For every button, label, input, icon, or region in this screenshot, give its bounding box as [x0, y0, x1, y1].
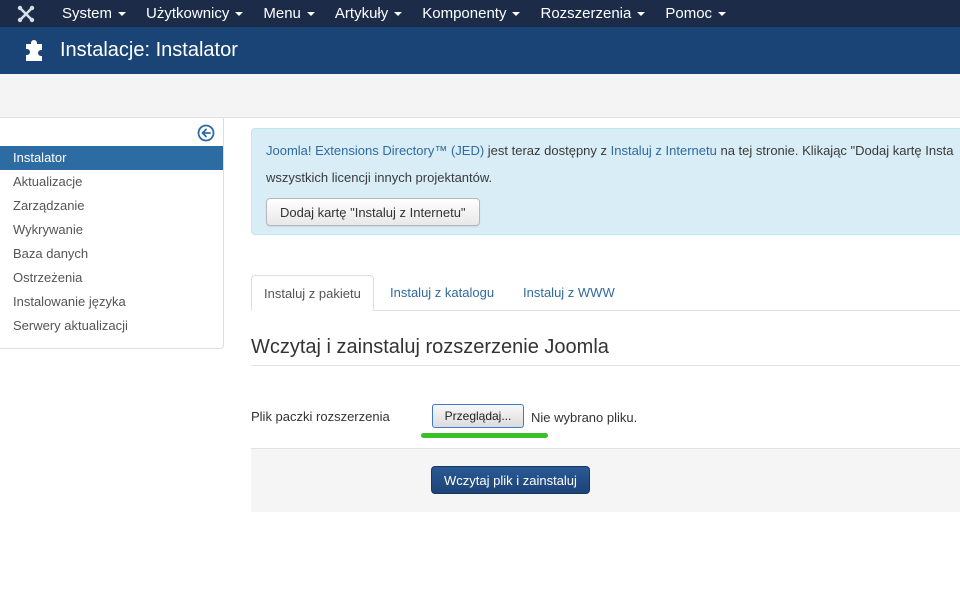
sidebar-item-installer[interactable]: Instalator [0, 146, 223, 170]
tab-install-folder[interactable]: Instaluj z katalogu [378, 275, 506, 311]
caret-down-icon [718, 11, 727, 16]
caret-down-icon [512, 11, 521, 16]
main-content: Joomla! Extensions Directory™ (JED) jest… [251, 118, 960, 604]
jed-link[interactable]: Joomla! Extensions Directory™ (JED) [266, 143, 484, 158]
menu-components[interactable]: Komponenty [412, 0, 530, 27]
alert-text-line1: Joomla! Extensions Directory™ (JED) jest… [266, 143, 954, 158]
add-install-from-web-tab-button[interactable]: Dodaj kartę "Instaluj z Internetu" [266, 198, 480, 226]
alert-text-line2: wszystkich licencji innych projektantów. [266, 170, 493, 185]
caret-down-icon [118, 11, 127, 16]
top-navbar: System Użytkownicy Menu Artykuły Kompone… [0, 0, 960, 27]
puzzle-icon [23, 39, 45, 62]
install-tabs: Instaluj z pakietu Instaluj z katalogu I… [251, 275, 960, 311]
sidebar-item-install-languages[interactable]: Instalowanie języka [0, 290, 223, 314]
menu-menu[interactable]: Menu [253, 0, 325, 27]
browse-button[interactable]: Przeglądaj... [432, 404, 524, 428]
sidebar-list: Instalator Aktualizacje Zarządzanie Wykr… [0, 146, 223, 338]
caret-down-icon [637, 11, 646, 16]
collapse-left-icon[interactable] [197, 124, 215, 142]
menu-users[interactable]: Użytkownicy [136, 0, 253, 27]
jed-info-alert: Joomla! Extensions Directory™ (JED) jest… [251, 128, 960, 235]
highlight-underline [421, 433, 548, 438]
tab-install-url[interactable]: Instaluj z WWW [511, 275, 627, 311]
main-menu: System Użytkownicy Menu Artykuły Kompone… [52, 0, 736, 27]
menu-articles[interactable]: Artykuły [325, 0, 412, 27]
caret-down-icon [235, 11, 244, 16]
install-from-web-link[interactable]: Instaluj z Internetu [611, 143, 717, 158]
menu-system[interactable]: System [52, 0, 136, 27]
sidebar-item-database[interactable]: Baza danych [0, 242, 223, 266]
menu-help[interactable]: Pomoc [655, 0, 736, 27]
upload-and-install-button[interactable]: Wczytaj plik i zainstaluj [431, 466, 590, 494]
sidebar: Instalator Aktualizacje Zarządzanie Wykr… [0, 118, 224, 349]
caret-down-icon [394, 11, 403, 16]
package-file-label: Plik paczki rozszerzenia [251, 409, 390, 424]
caret-down-icon [306, 11, 315, 16]
section-title: Wczytaj i zainstaluj rozszerzenie Joomla [251, 336, 609, 358]
page-title: Instalacje: Instalator [60, 39, 238, 61]
sidebar-item-update-sites[interactable]: Serwery aktualizacji [0, 314, 223, 338]
menu-extensions[interactable]: Rozszerzenia [530, 0, 655, 27]
form-actions: Wczytaj plik i zainstaluj [251, 448, 960, 512]
divider [251, 365, 960, 366]
no-file-chosen-text: Nie wybrano pliku. [531, 410, 638, 425]
page-header: Instalacje: Instalator [0, 27, 960, 74]
tab-install-package[interactable]: Instaluj z pakietu [251, 275, 374, 311]
sidebar-item-updates[interactable]: Aktualizacje [0, 170, 223, 194]
sidebar-item-warnings[interactable]: Ostrzeżenia [0, 266, 223, 290]
toolbar-area [0, 74, 960, 118]
sidebar-item-discover[interactable]: Wykrywanie [0, 218, 223, 242]
joomla-logo-icon[interactable] [0, 0, 52, 27]
sidebar-item-manage[interactable]: Zarządzanie [0, 194, 223, 218]
